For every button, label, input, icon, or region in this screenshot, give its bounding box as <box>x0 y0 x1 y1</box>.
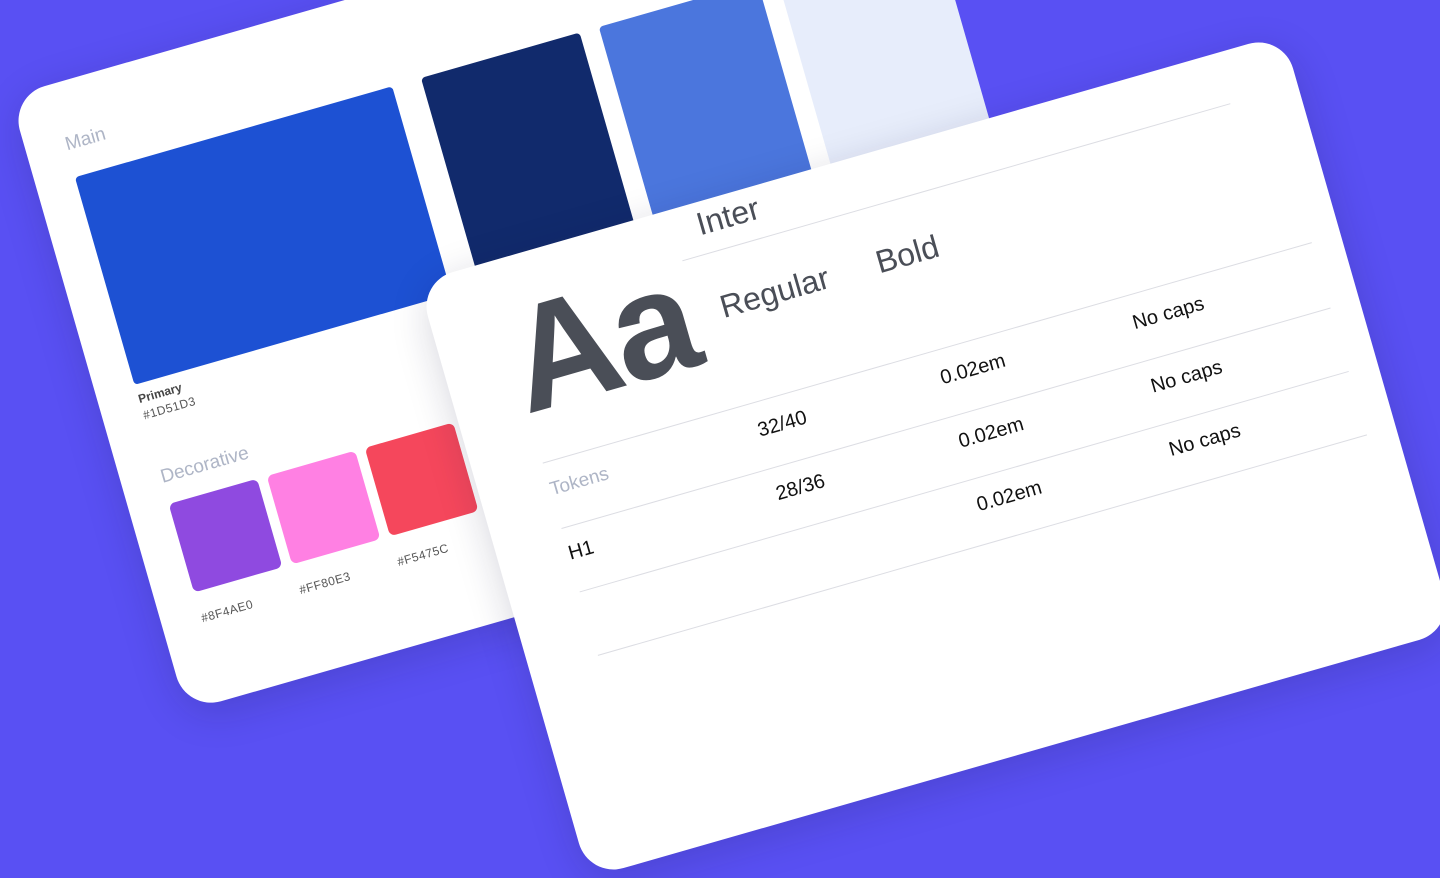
token-caps: No caps <box>1148 356 1225 398</box>
main-section-label: Main <box>62 123 109 156</box>
token-size: 28/36 <box>773 470 828 506</box>
tokens-label: Tokens <box>547 463 612 501</box>
decorative-red-swatch[interactable] <box>364 422 479 537</box>
decorative-pink-hex: #FF80E3 <box>297 569 353 598</box>
decorative-purple-swatch[interactable] <box>168 478 283 593</box>
font-weight-regular: Regular <box>715 259 834 325</box>
token-letter-spacing: 0.02em <box>974 476 1045 517</box>
token-letter-spacing: 0.02em <box>937 349 1009 390</box>
decorative-pink-swatch[interactable] <box>266 450 381 565</box>
token-caps: No caps <box>1166 419 1244 461</box>
primary-swatch[interactable] <box>74 86 452 385</box>
token-size: 32/40 <box>755 406 810 442</box>
font-sample-aa: Aa <box>489 232 713 445</box>
token-caps: No caps <box>1130 292 1207 335</box>
font-weight-bold: Bold <box>871 227 944 281</box>
token-letter-spacing: 0.02em <box>956 413 1027 453</box>
decorative-section-label: Decorative <box>158 442 252 488</box>
row-divider <box>597 434 1368 656</box>
decorative-red-hex: #F5475C <box>395 540 451 569</box>
token-name-h1: H1 <box>565 536 597 565</box>
row-divider <box>579 370 1349 593</box>
decorative-purple-hex: #8F4AE0 <box>199 596 255 626</box>
page: { "palette": { "main_label": "Main", "pr… <box>0 0 1440 878</box>
